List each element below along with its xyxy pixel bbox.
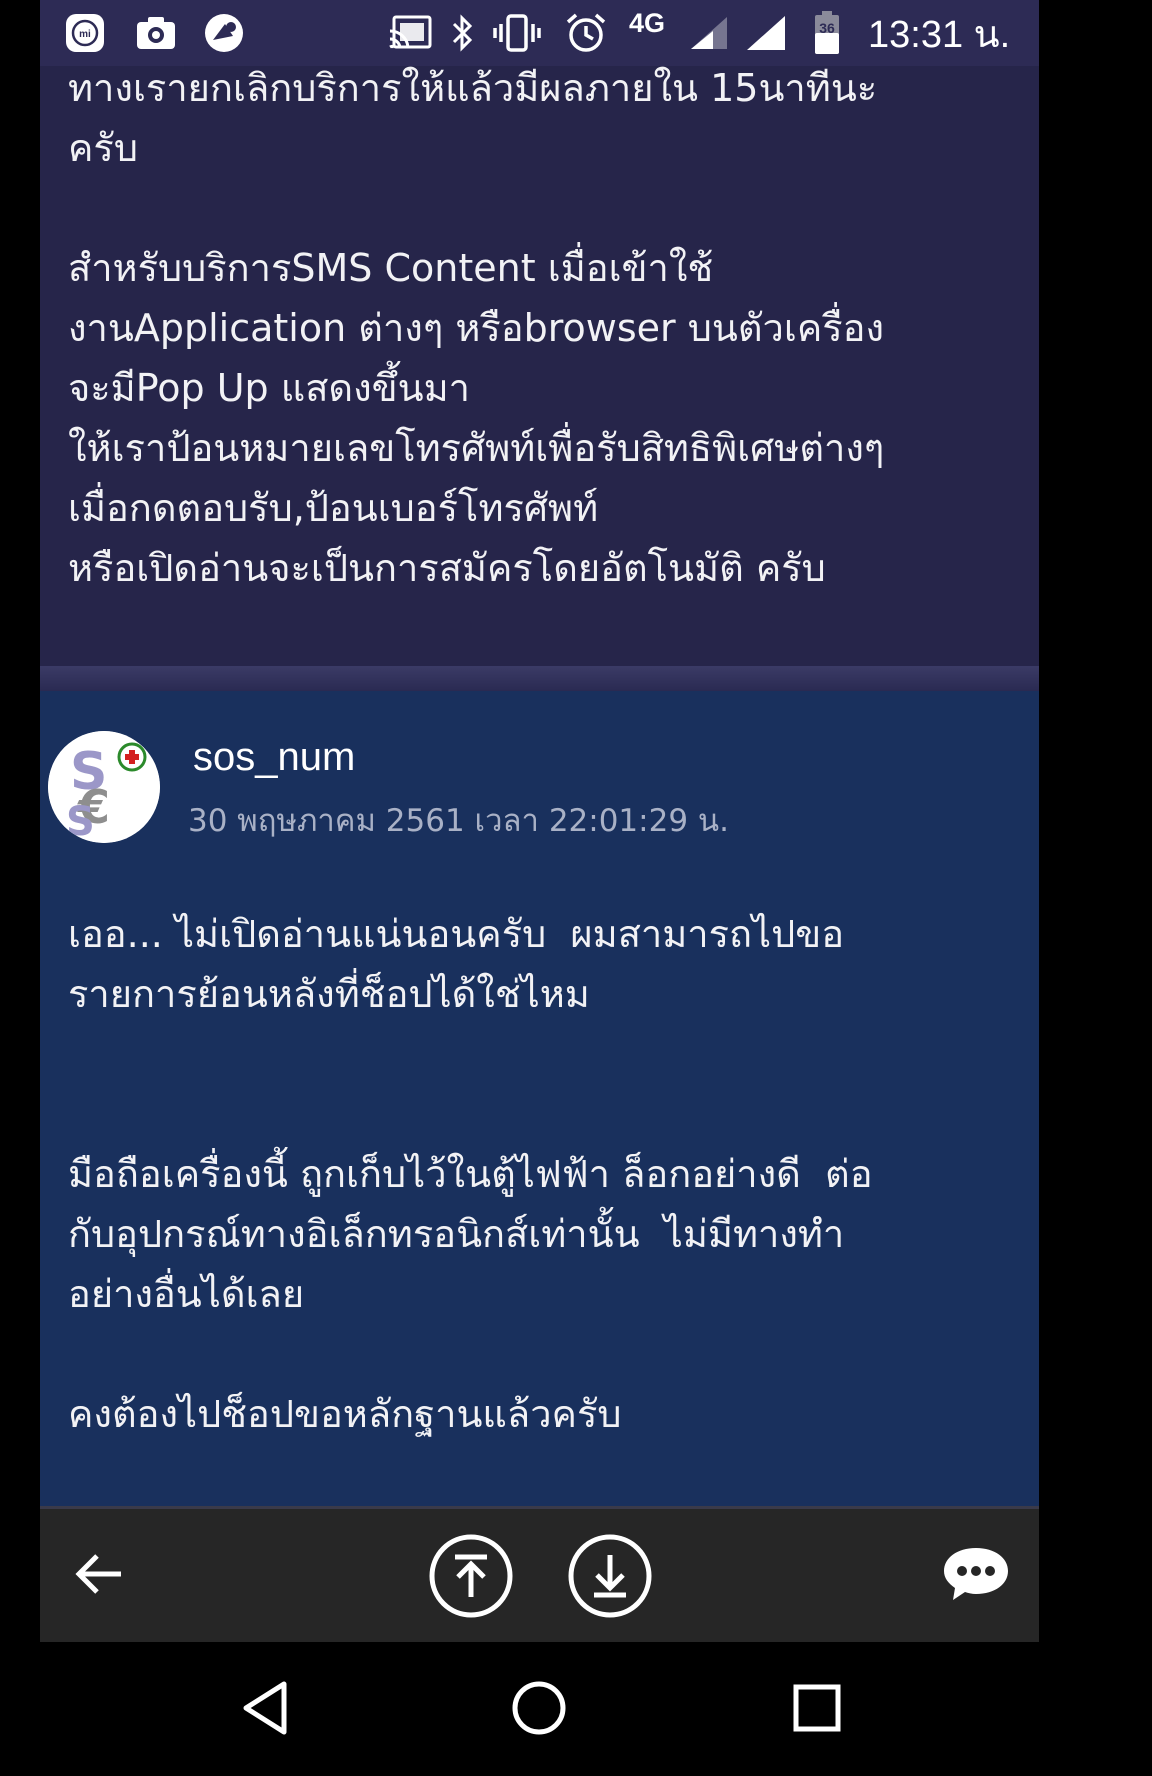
post-timestamp: 30 พฤษภาคม 2561 เวลา 22:01:29 น. <box>188 803 729 839</box>
avatar[interactable]: S € S <box>48 731 160 843</box>
post-body: ทางเรายกเลิกบริการให้แล้วมีผลภายใน 15นาท… <box>68 66 885 590</box>
system-nav-bar <box>0 1642 1152 1776</box>
signal-icon <box>744 0 788 66</box>
nav-recents-icon[interactable] <box>782 1666 852 1750</box>
app-screen: ทางเรายกเลิกบริการให้แล้วมีผลภายใน 15นาท… <box>40 0 1039 1642</box>
svg-text:mi: mi <box>79 29 91 40</box>
scroll-bottom-icon[interactable] <box>565 1531 655 1621</box>
battery-level: 36 <box>819 20 835 36</box>
post-reply: S € S sos_num 30 พฤษภาคม 2561 เวลา 22:01… <box>40 691 1039 1506</box>
chat-icon[interactable] <box>936 1531 1016 1617</box>
nav-back-icon[interactable] <box>230 1666 300 1750</box>
signal-icon <box>688 0 730 66</box>
bottom-toolbar <box>40 1506 1039 1642</box>
camera-icon <box>134 0 178 66</box>
back-arrow-icon[interactable] <box>64 1531 134 1617</box>
cast-icon <box>387 0 433 66</box>
alarm-icon <box>564 0 608 66</box>
username[interactable]: sos_num <box>193 735 355 780</box>
battery-icon: 36 <box>812 0 842 66</box>
scroll-top-icon[interactable] <box>426 1531 516 1621</box>
post-divider <box>40 666 1039 691</box>
sos-logo-icon: S € S <box>48 731 160 843</box>
status-bar: mi 4G 36 13:31 น. <box>40 0 1039 66</box>
app-icon <box>202 0 246 66</box>
post-previous: ทางเรายกเลิกบริการให้แล้วมีผลภายใน 15นาท… <box>40 0 1039 666</box>
svg-text:S: S <box>66 799 95 843</box>
nav-home-icon[interactable] <box>504 1666 574 1750</box>
clock: 13:31 น. <box>868 13 1011 56</box>
mi-icon: mi <box>64 0 106 66</box>
network-type: 4G <box>628 7 666 38</box>
bluetooth-icon <box>446 0 480 66</box>
post-body: เออ... ไม่เปิดอ่านแน่นอนครับ ผมสามารถไปข… <box>68 912 873 1436</box>
vibrate-icon <box>492 0 542 66</box>
